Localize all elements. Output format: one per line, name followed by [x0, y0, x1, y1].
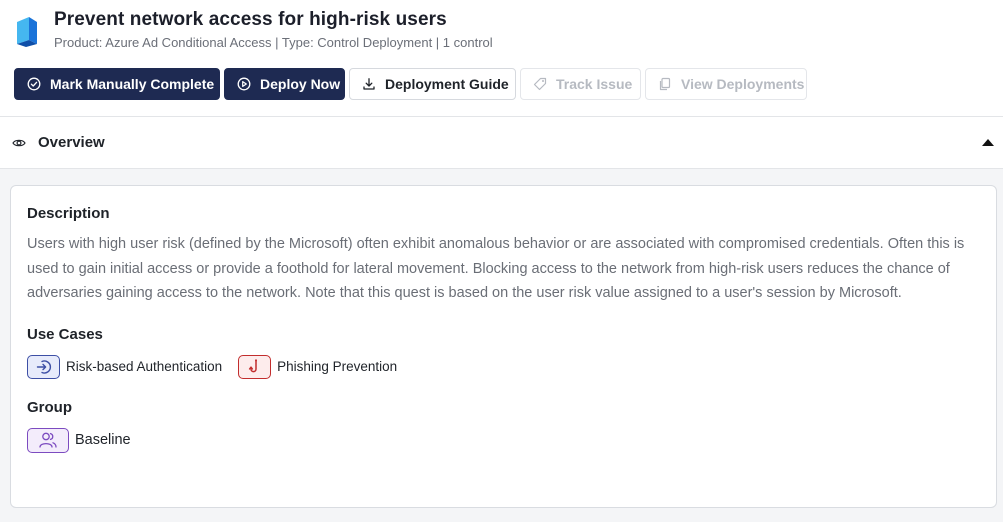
page-header: Prevent network access for high-risk use…: [14, 8, 493, 51]
page-title: Prevent network access for high-risk use…: [54, 9, 447, 30]
fishhook-icon: [238, 354, 272, 379]
check-circle-icon: [27, 77, 41, 91]
tag-icon: [533, 77, 547, 91]
sign-in-icon: [27, 354, 60, 379]
description-text: Users with high user risk (defined by th…: [27, 236, 965, 301]
deploy-now-label: Deploy Now: [260, 76, 341, 92]
use-case-label: Phishing Prevention: [277, 359, 398, 374]
track-issue-button[interactable]: Track Issue: [520, 68, 641, 100]
mark-manually-complete-button[interactable]: Mark Manually Complete: [14, 68, 220, 100]
mark-manually-complete-label: Mark Manually Complete: [50, 76, 215, 92]
use-cases-heading: Use Cases: [27, 325, 103, 343]
use-cases-list: Risk-based Authentication Phishing Preve…: [27, 354, 980, 379]
description-heading: Description: [27, 205, 110, 222]
view-deployments-button[interactable]: View Deployments: [645, 68, 807, 100]
view-deployments-label: View Deployments: [681, 76, 805, 92]
use-case-risk-based-authentication: Risk-based Authentication: [27, 354, 223, 379]
deploy-now-button[interactable]: Deploy Now: [224, 68, 345, 100]
action-toolbar: Mark Manually Complete Deploy Now Deploy…: [14, 68, 807, 100]
group-badge: Baseline: [27, 427, 980, 453]
overview-section-header[interactable]: Overview: [0, 116, 1003, 169]
overview-label: Overview: [38, 134, 105, 151]
deployment-guide-label: Deployment Guide: [385, 76, 509, 92]
overview-panel: Description Users with high user risk (d…: [10, 185, 997, 508]
documents-icon: [658, 77, 672, 91]
group-heading: Group: [27, 398, 72, 416]
page-subtitle: Product: Azure Ad Conditional Access | T…: [54, 35, 493, 50]
download-icon: [362, 77, 376, 91]
users-icon: [27, 427, 69, 453]
use-case-phishing-prevention: Phishing Prevention: [238, 354, 398, 379]
group-label: Baseline: [75, 432, 131, 448]
eye-icon: [12, 136, 26, 150]
collapse-caret-icon[interactable]: [982, 139, 994, 146]
azure-ad-logo-icon: [14, 16, 40, 48]
play-circle-icon: [237, 77, 251, 91]
deployment-guide-button[interactable]: Deployment Guide: [349, 68, 516, 100]
header-text: Prevent network access for high-risk use…: [54, 8, 493, 51]
track-issue-label: Track Issue: [556, 76, 633, 92]
use-case-label: Risk-based Authentication: [66, 359, 223, 374]
